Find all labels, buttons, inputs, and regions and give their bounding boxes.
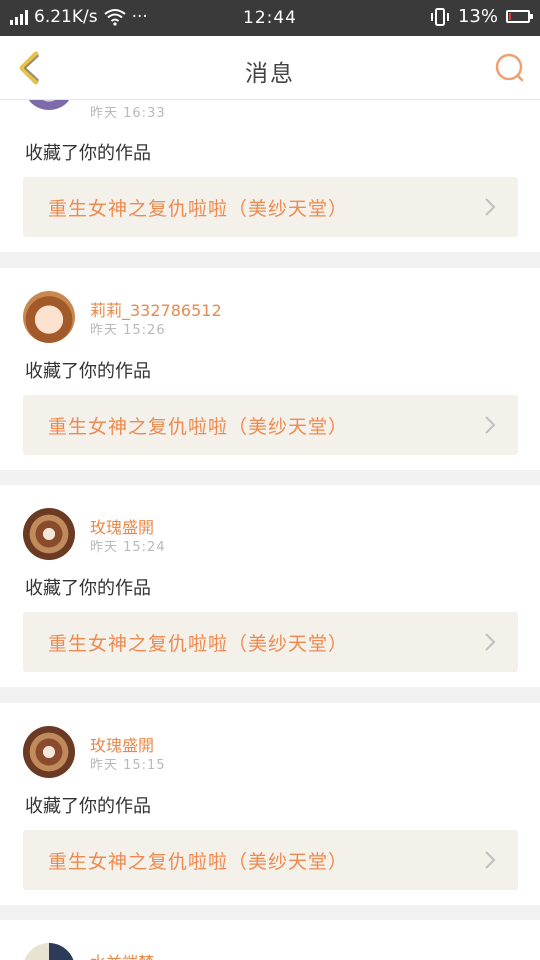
work-link[interactable]: 重生女神之复仇啦啦（美纱天堂）: [23, 830, 518, 890]
message-time: 昨天 15:15: [90, 758, 166, 773]
message-action: 收藏了你的作品: [25, 361, 151, 382]
user-avatar[interactable]: [23, 100, 75, 110]
message-action: 收藏了你的作品: [25, 143, 151, 164]
user-name[interactable]: 玫瑰盛開: [90, 514, 154, 538]
user-avatar[interactable]: [23, 508, 75, 560]
work-link[interactable]: 重生女神之复仇啦啦（美纱天堂）: [23, 395, 518, 455]
status-right: 13%: [430, 6, 533, 27]
message-time: 昨天 15:26: [90, 323, 166, 338]
battery-percent: 13%: [457, 6, 498, 27]
message-action: 收藏了你的作品: [25, 796, 151, 817]
user-avatar[interactable]: [23, 943, 75, 960]
chevron-right-icon: [485, 198, 496, 216]
user-avatar[interactable]: [23, 291, 75, 343]
page-title: 消息: [245, 61, 295, 87]
battery-icon: [506, 10, 533, 23]
user-name[interactable]: 玫瑰盛開: [90, 732, 154, 756]
user-avatar[interactable]: [23, 726, 75, 778]
chevron-right-icon: [485, 416, 496, 434]
vibrate-icon: [430, 7, 449, 26]
search-button[interactable]: [492, 50, 528, 86]
work-link[interactable]: 重生女神之复仇啦啦（美纱天堂）: [23, 177, 518, 237]
message-action: 收藏了你的作品: [25, 578, 151, 599]
nav-header: 消息: [0, 36, 540, 100]
work-title: 重生女神之复仇啦啦（美纱天堂）: [48, 851, 349, 873]
user-name[interactable]: 水並端梦: [90, 949, 154, 960]
message-card: 玫瑰盛開 昨天 15:15 收藏了你的作品 重生女神之复仇啦啦（美纱天堂）: [0, 703, 540, 905]
message-card: 水並端梦: [0, 920, 540, 960]
chevron-right-icon: [485, 851, 496, 869]
work-link[interactable]: 重生女神之复仇啦啦（美纱天堂）: [23, 612, 518, 672]
message-list[interactable]: 昨天 16:33 收藏了你的作品 重生女神之复仇啦啦（美纱天堂） 莉莉_3327…: [0, 100, 540, 960]
message-time: 昨天 15:24: [90, 540, 166, 555]
user-name[interactable]: 莉莉_332786512: [90, 297, 222, 321]
work-title: 重生女神之复仇啦啦（美纱天堂）: [48, 416, 349, 438]
work-title: 重生女神之复仇啦啦（美纱天堂）: [48, 633, 349, 655]
status-bar: 6.21K/s ··· 12:44 13%: [0, 0, 540, 36]
message-card: 玫瑰盛開 昨天 15:24 收藏了你的作品 重生女神之复仇啦啦（美纱天堂）: [0, 485, 540, 687]
work-title: 重生女神之复仇啦啦（美纱天堂）: [48, 198, 349, 220]
search-icon: [495, 53, 524, 82]
chevron-right-icon: [485, 633, 496, 651]
message-time: 昨天 16:33: [90, 106, 166, 121]
message-card: 昨天 16:33 收藏了你的作品 重生女神之复仇啦啦（美纱天堂）: [0, 100, 540, 252]
message-card: 莉莉_332786512 昨天 15:26 收藏了你的作品 重生女神之复仇啦啦（…: [0, 268, 540, 470]
